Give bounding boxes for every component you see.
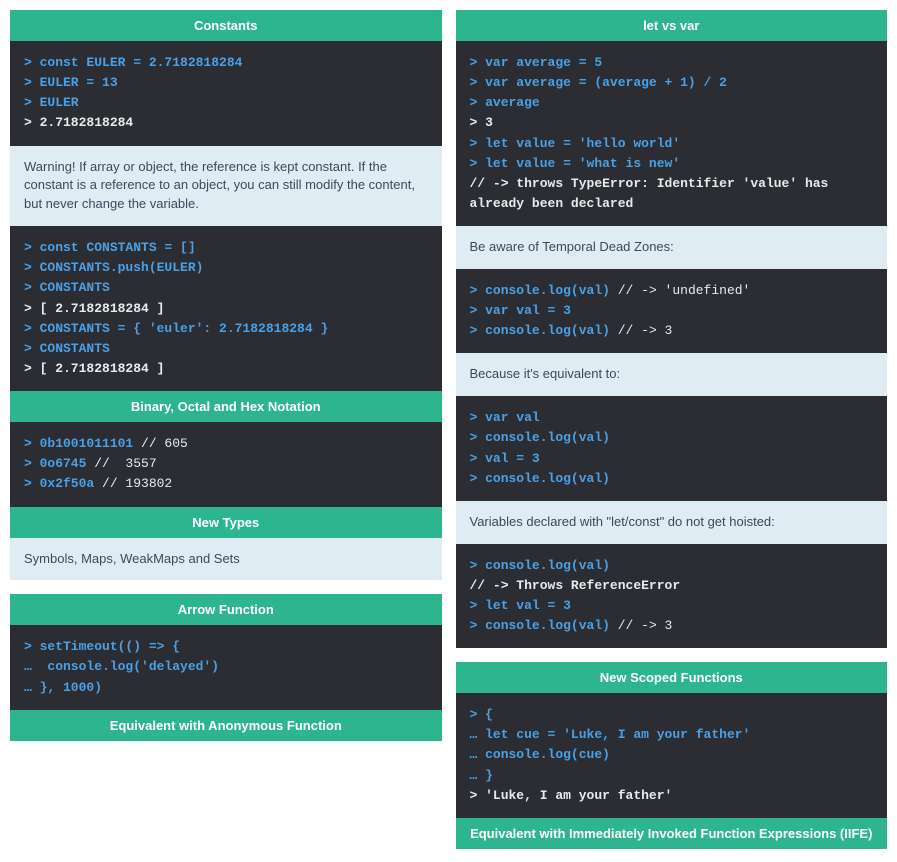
card-let-vs-var: let vs var > var average = 5> var averag… <box>456 10 888 648</box>
subheader-notation: Binary, Octal and Hex Notation <box>10 391 442 422</box>
note-equiv: Because it's equivalent to: <box>456 353 888 396</box>
code-constants-2: > const CONSTANTS = []> CONSTANTS.push(E… <box>10 226 442 391</box>
subheader-newtypes: New Types <box>10 507 442 538</box>
code-letvar-1: > var average = 5> var average = (averag… <box>456 41 888 226</box>
code-letvar-4: > console.log(val)// -> Throws Reference… <box>456 544 888 649</box>
header-letvar: let vs var <box>456 10 888 41</box>
header-scoped: New Scoped Functions <box>456 662 888 693</box>
header-arrow: Arrow Function <box>10 594 442 625</box>
note-newtypes: Symbols, Maps, WeakMaps and Sets <box>10 538 442 581</box>
subheader-iife: Equivalent with Immediately Invoked Func… <box>456 818 888 849</box>
note-hoist: Variables declared with "let/const" do n… <box>456 501 888 544</box>
subheader-anonymous: Equivalent with Anonymous Function <box>10 710 442 741</box>
code-constants-1: > const EULER = 2.7182818284> EULER = 13… <box>10 41 442 146</box>
right-column: let vs var > var average = 5> var averag… <box>456 10 888 849</box>
code-arrow: > setTimeout(() => {… console.log('delay… <box>10 625 442 709</box>
card-scoped-fn: New Scoped Functions > {… let cue = 'Luk… <box>456 662 888 849</box>
header-constants: Constants <box>10 10 442 41</box>
note-constants-warning: Warning! If array or object, the referen… <box>10 146 442 227</box>
code-letvar-3: > var val> console.log(val)> val = 3> co… <box>456 396 888 501</box>
code-notation: > 0b1001011101 // 605> 0o6745 // 3557> 0… <box>10 422 442 506</box>
note-tdz: Be aware of Temporal Dead Zones: <box>456 226 888 269</box>
code-letvar-2: > console.log(val) // -> 'undefined'> va… <box>456 269 888 353</box>
card-arrow-function: Arrow Function > setTimeout(() => {… con… <box>10 594 442 740</box>
code-scoped: > {… let cue = 'Luke, I am your father'…… <box>456 693 888 818</box>
left-column: Constants > const EULER = 2.7182818284> … <box>10 10 442 849</box>
card-constants: Constants > const EULER = 2.7182818284> … <box>10 10 442 580</box>
